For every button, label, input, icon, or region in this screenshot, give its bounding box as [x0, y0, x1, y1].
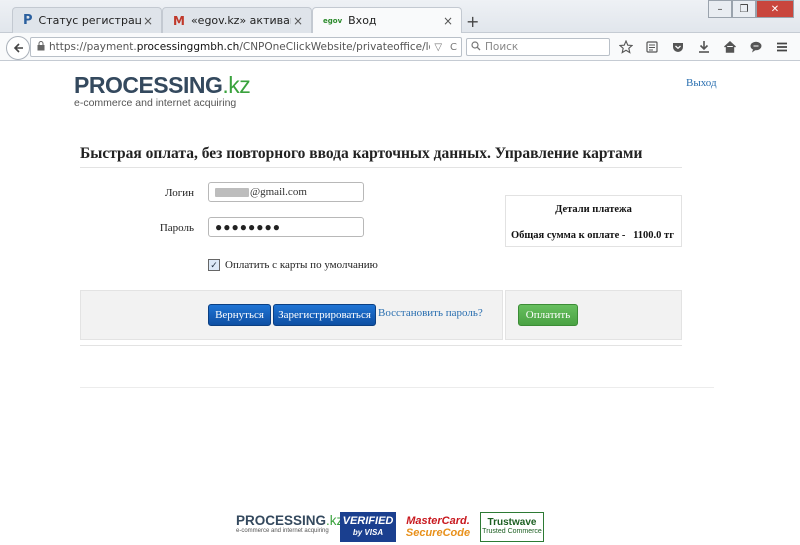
close-window-icon[interactable]: ✕ [756, 0, 794, 18]
restore-icon[interactable]: ❐ [732, 0, 756, 18]
redacted-email-part [215, 187, 249, 197]
chat-icon[interactable] [747, 38, 765, 56]
default-card-checkbox[interactable]: ✓ [208, 259, 220, 271]
processing-favicon-icon: P [23, 13, 33, 28]
reload-icon[interactable]: C [450, 42, 457, 53]
tab-egov-activation[interactable]: M «egov.kz» активация акка... × [162, 7, 312, 33]
tab-title: Статус регистрации [38, 14, 141, 27]
url-text: https://payment.processinggmbh.ch/CNPOne… [49, 41, 430, 53]
window-controls: – ❐ ✕ [708, 0, 794, 18]
logo-tagline: e-commerce and internet acquiring [74, 97, 237, 109]
tab-login[interactable]: egov Вход × [312, 7, 462, 33]
mastercard-securecode-logo: MasterCard. SecureCode [402, 512, 474, 542]
url-dropdown-icon[interactable]: ▽ [434, 42, 442, 53]
pay-button[interactable]: Оплатить [518, 304, 578, 326]
minimize-icon[interactable]: – [708, 0, 732, 18]
password-field[interactable]: ●●●●●●●● [208, 217, 364, 237]
register-button[interactable]: Зарегистрироваться [273, 304, 376, 326]
home-icon[interactable] [721, 38, 739, 56]
tab-title: «egov.kz» активация акка... [190, 14, 291, 27]
navigation-bar: https://payment.processinggmbh.ch/CNPOne… [0, 33, 800, 61]
back-arrow-icon[interactable] [6, 36, 30, 60]
default-card-label: Оплатить с карты по умолчанию [225, 259, 378, 271]
page-content: PROCESSING.kz e-commerce and internet ac… [0, 61, 800, 545]
divider [80, 345, 682, 346]
payment-details-title: Детали платежа [555, 204, 632, 215]
processing-footer-logo: PROCESSING.kz e-commerce and internet ac… [236, 513, 344, 535]
total-amount-value: 1100.0 тг [633, 230, 674, 241]
tab-title: Вход [348, 14, 377, 27]
trustwave-logo: Trustwave Trusted Commerce [480, 512, 544, 542]
tab-close-icon[interactable]: × [441, 14, 455, 28]
restore-password-link[interactable]: Восстановить пароль? [378, 307, 483, 319]
search-input[interactable]: Поиск [466, 38, 610, 56]
new-tab-button[interactable]: + [466, 12, 479, 31]
login-label: Логин [165, 187, 194, 199]
login-field[interactable]: @gmail.com [208, 182, 364, 202]
back-button[interactable]: Вернуться [208, 304, 271, 326]
tab-close-icon[interactable]: × [141, 14, 155, 28]
egov-favicon-icon: egov [323, 16, 343, 25]
browser-tab-bar: P Статус регистрации × M «egov.kz» актив… [0, 0, 800, 33]
star-icon[interactable] [617, 38, 635, 56]
gmail-favicon-icon: M [173, 13, 185, 28]
total-amount-label: Общая сумма к оплате - [511, 230, 626, 241]
verified-by-visa-logo: VERIFIED by VISA [340, 512, 396, 542]
default-card-option[interactable]: ✓ Оплатить с карты по умолчанию [208, 259, 378, 271]
password-label: Пароль [159, 222, 194, 234]
search-icon [471, 40, 481, 54]
address-bar[interactable]: https://payment.processinggmbh.ch/CNPOne… [30, 37, 462, 57]
menu-icon[interactable] [773, 38, 791, 56]
pocket-icon[interactable] [669, 38, 687, 56]
download-icon[interactable] [695, 38, 713, 56]
toolbar [617, 38, 791, 56]
search-placeholder: Поиск [485, 41, 519, 53]
lock-icon [37, 40, 45, 54]
page-title: Быстрая оплата, без повторного ввода кар… [80, 145, 643, 162]
tab-registration-status[interactable]: P Статус регистрации × [12, 7, 162, 33]
logout-link[interactable]: Выход [686, 77, 717, 89]
processing-logo[interactable]: PROCESSING.kz e-commerce and internet ac… [74, 73, 251, 109]
payment-details-panel: Детали платежа Общая сумма к оплате - 11… [505, 195, 682, 247]
reading-list-icon[interactable] [643, 38, 661, 56]
tab-close-icon[interactable]: × [291, 14, 305, 28]
footer-logos: PROCESSING.kz e-commerce and internet ac… [236, 512, 544, 542]
divider [80, 387, 714, 388]
divider [80, 167, 682, 168]
